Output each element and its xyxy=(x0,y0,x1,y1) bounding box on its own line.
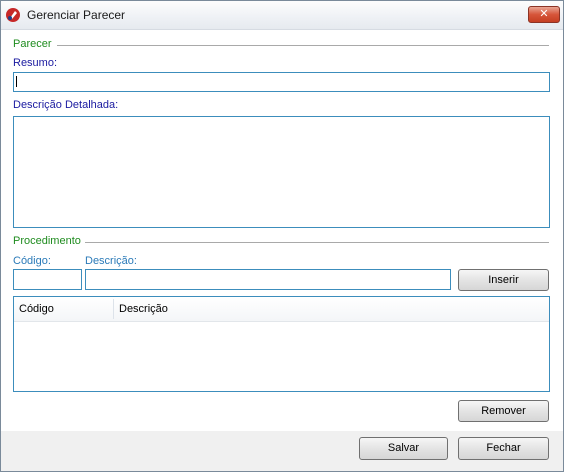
save-button[interactable]: Salvar xyxy=(359,437,448,460)
table-header: Código Descrição xyxy=(14,297,549,322)
insert-button-label: Inserir xyxy=(488,274,519,286)
text-cursor xyxy=(16,76,17,87)
save-button-label: Salvar xyxy=(387,442,420,454)
column-separator xyxy=(113,299,114,319)
codigo-input[interactable] xyxy=(13,269,82,290)
column-header-descricao[interactable]: Descrição xyxy=(119,297,168,321)
app-logo-icon xyxy=(5,7,21,23)
column-header-codigo[interactable]: Código xyxy=(19,297,54,321)
section-divider-parecer xyxy=(57,45,549,46)
window-title: Gerenciar Parecer xyxy=(27,8,126,22)
descricao-input[interactable] xyxy=(85,269,451,290)
section-title-parecer: Parecer xyxy=(13,38,52,50)
descricao-label: Descrição: xyxy=(85,255,137,267)
close-icon: ✕ xyxy=(539,8,549,20)
section-divider-procedimento xyxy=(85,242,549,243)
resumo-label: Resumo: xyxy=(13,57,58,69)
close-window-button[interactable]: ✕ xyxy=(528,6,560,23)
codigo-label: Código: xyxy=(13,255,51,267)
remove-button-label: Remover xyxy=(481,405,526,417)
section-title-procedimento: Procedimento xyxy=(13,235,81,247)
title-bar[interactable]: Gerenciar Parecer ✕ xyxy=(1,1,563,30)
dialog-footer: Salvar Fechar xyxy=(1,431,563,471)
resumo-input[interactable] xyxy=(13,72,550,92)
procedure-table[interactable]: Código Descrição xyxy=(13,296,550,392)
close-button[interactable]: Fechar xyxy=(458,437,549,460)
close-button-label: Fechar xyxy=(486,442,521,454)
descricao-detalhada-label: Descrição Detalhada: xyxy=(13,99,119,111)
dialog-window: Gerenciar Parecer ✕ Parecer Resumo: Desc… xyxy=(0,0,564,472)
remove-button[interactable]: Remover xyxy=(458,400,549,422)
insert-button[interactable]: Inserir xyxy=(458,269,549,291)
descricao-detalhada-textarea[interactable] xyxy=(13,116,550,228)
